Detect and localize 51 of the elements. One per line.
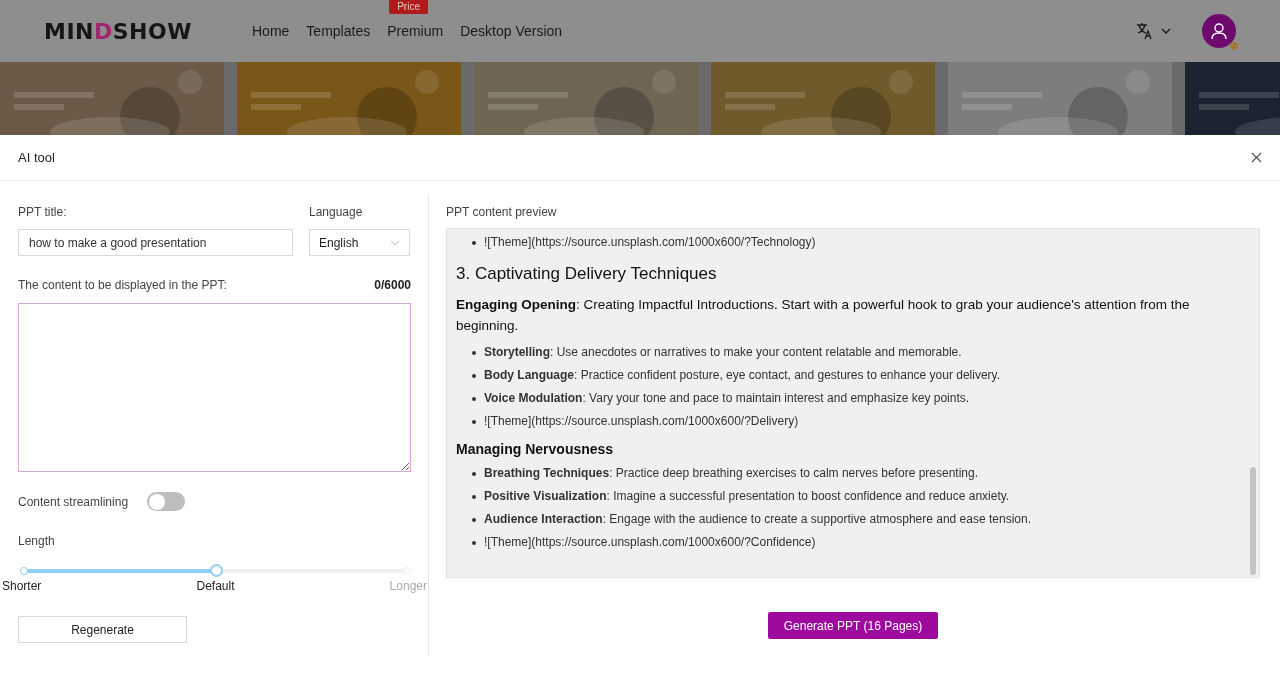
language-select[interactable]: English — [309, 229, 410, 256]
preview-heading: 3. Captivating Delivery Techniques — [456, 264, 718, 284]
modal-title: AI tool — [18, 150, 55, 165]
preview-bullet-text: Positive Visualization: Imagine a successful presentation to boost confidence and reduce anxiety. — [484, 489, 1010, 504]
length-slider-thumb[interactable] — [209, 564, 223, 577]
char-count: 0/6000 — [374, 278, 411, 292]
preview-paragraph: Engaging Opening: Creating Impactful Introductions. Start with a powerful hook to grab your audience's attention from the beginning. — [456, 296, 1191, 335]
status-dot — [1230, 42, 1238, 50]
user-icon — [1210, 22, 1228, 40]
preview-bullet-text: ![Theme](https://source.unsplash.com/1000x600/?Delivery) — [484, 414, 799, 429]
close-icon[interactable] — [1251, 152, 1262, 163]
bullet-icon — [472, 420, 476, 424]
title-label: PPT title: — [18, 205, 68, 219]
bullet-icon — [472, 518, 476, 522]
avatar[interactable] — [1202, 14, 1236, 48]
nav-link[interactable]: Premium — [387, 23, 444, 39]
preview-bullet-text: ![Theme](https://source.unsplash.com/1000x600/?Technology) — [484, 235, 816, 250]
generate-button[interactable]: Generate PPT (16 Pages) — [767, 612, 939, 639]
content-field[interactable] — [18, 303, 411, 472]
regenerate-button[interactable]: Regenerate — [18, 616, 187, 643]
preview-subheading: Managing Nervousness — [456, 441, 615, 457]
preview-label: PPT content preview — [446, 205, 557, 219]
nav-link[interactable]: Templates — [306, 23, 371, 39]
preview-bullet-text: Breathing Techniques: Practice deep breathing exercises to calm nerves before presenting. — [484, 466, 978, 481]
length-label: Length — [18, 534, 55, 548]
logo[interactable]: MINDSHOW — [44, 18, 252, 44]
streamlining-toggle[interactable] — [147, 492, 186, 511]
preview-bullet-text: Storytelling: Use anecdotes or narratives to make your content relatable and memorable. — [484, 345, 962, 360]
chevron-down-icon — [390, 239, 400, 246]
bullet-icon — [472, 541, 476, 545]
preview-bullet-text: Body Language: Practice confident posture, eye contact, and gestures to enhance your delivery. — [484, 368, 1001, 383]
length-mark-label: Default — [196, 579, 235, 593]
bullet-icon — [472, 495, 476, 499]
bullet-icon — [472, 374, 476, 378]
language-label: Language — [309, 205, 364, 219]
length-mark-label: Shorter — [2, 579, 42, 593]
preview-bullet-text: Audience Interaction: Engage with the audience to create a supportive atmosphere and ease tension. — [484, 512, 1031, 527]
bullet-icon — [472, 241, 476, 245]
slider-step-dot — [20, 567, 28, 575]
bullet-icon — [472, 397, 476, 401]
length-mark-label: Longer — [389, 579, 427, 593]
nav-link[interactable]: Desktop Version — [460, 23, 563, 39]
title-input[interactable]: how to make a good presentation — [18, 229, 293, 256]
preview-bullet-text: ![Theme](https://source.unsplash.com/1000x600/?Confidence) — [484, 535, 816, 550]
bullet-icon — [472, 351, 476, 355]
content-label: The content to be displayed in the PPT: — [18, 278, 227, 292]
nav-link[interactable]: Home — [252, 23, 290, 39]
bullet-icon — [472, 472, 476, 476]
streamlining-label: Content streamlining — [18, 494, 129, 509]
preview-bullet-text: Voice Modulation: Vary your tone and pace to maintain interest and emphasize key points. — [484, 391, 970, 406]
price-badge: Price — [389, 0, 428, 14]
